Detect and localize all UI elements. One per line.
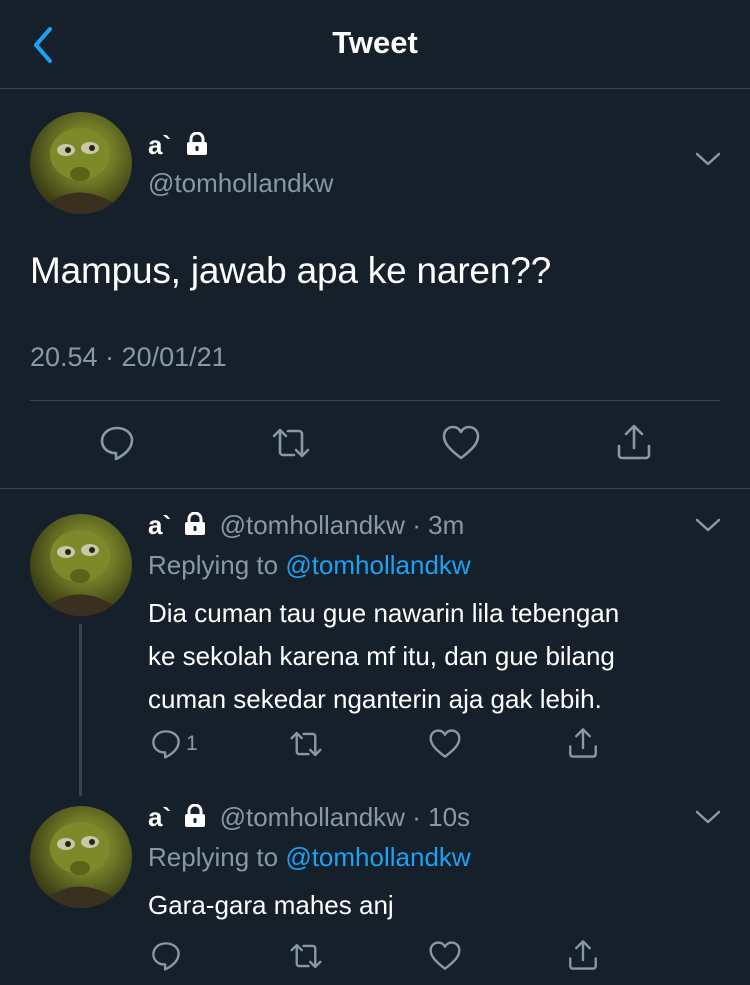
reply-button[interactable] — [150, 940, 186, 972]
author-name[interactable]: a` — [148, 130, 208, 163]
reply-time[interactable]: 3m — [428, 510, 464, 540]
share-button[interactable] — [566, 726, 600, 765]
tweet-text: Mampus, jawab apa ke naren?? — [30, 250, 551, 291]
reply-header: a` @tomhollandkw · 10s — [148, 802, 470, 835]
author-handle[interactable]: @tomhollandkw — [148, 168, 333, 199]
like-button[interactable] — [428, 940, 462, 977]
heart-icon — [429, 941, 461, 970]
reply-icon — [100, 426, 134, 461]
replying-to-link[interactable]: @tomhollandkw — [285, 842, 470, 872]
section-divider — [0, 488, 750, 489]
avatar[interactable] — [30, 514, 132, 616]
more-options-button[interactable] — [694, 516, 722, 539]
lock-icon — [186, 131, 208, 163]
reply-icon — [152, 942, 180, 971]
share-icon — [617, 424, 651, 460]
divider — [30, 400, 720, 401]
replying-to-link[interactable]: @tomhollandkw — [285, 550, 470, 580]
reply-header: a` @tomhollandkw · 3m — [148, 510, 464, 543]
author-name-text: a` — [148, 130, 172, 160]
lock-icon — [184, 511, 206, 543]
heart-icon — [442, 425, 480, 460]
top-bar: Tweet — [0, 0, 750, 89]
reply-button[interactable] — [98, 424, 136, 467]
chevron-down-icon — [695, 810, 721, 824]
retweet-icon — [272, 428, 310, 458]
reply-icon — [152, 730, 180, 759]
reply-text-line: Dia cuman tau gue nawarin lila tebengan — [148, 598, 620, 628]
replying-to: Replying to @tomhollandkw — [148, 842, 471, 873]
more-options-button[interactable] — [694, 808, 722, 831]
heart-icon — [429, 729, 461, 758]
more-options-button[interactable] — [694, 150, 722, 173]
reply-text: Gara-gara mahes anj — [148, 884, 394, 927]
separator-dot: · — [412, 802, 421, 832]
share-icon — [569, 940, 597, 970]
chevron-down-icon — [695, 518, 721, 532]
retweet-button[interactable] — [270, 424, 312, 467]
share-button[interactable] — [614, 422, 654, 467]
lock-icon — [184, 803, 206, 835]
retweet-button[interactable] — [288, 940, 324, 977]
reply-time[interactable]: 10s — [428, 802, 470, 832]
retweet-button[interactable] — [288, 728, 324, 765]
replying-to-label: Replying to — [148, 842, 279, 872]
reply-text-line: ke sekolah karena mf itu, dan gue bilang — [148, 641, 615, 671]
reply-text: Dia cuman tau gue nawarin lila tebengan … — [148, 592, 619, 721]
retweet-icon — [290, 731, 322, 757]
reply-text-line: cuman sekedar nganterin aja gak lebih. — [148, 684, 602, 714]
reply-text-line: Gara-gara mahes anj — [148, 890, 394, 920]
chevron-down-icon — [695, 152, 721, 166]
share-button[interactable] — [566, 938, 600, 977]
like-button[interactable] — [441, 424, 481, 467]
reply-button[interactable]: 1 — [150, 728, 198, 760]
like-button[interactable] — [428, 728, 462, 765]
author-name[interactable]: a` — [148, 802, 171, 832]
retweet-icon — [290, 943, 322, 969]
avatar[interactable] — [30, 806, 132, 908]
page-title: Tweet — [332, 25, 418, 60]
author-handle[interactable]: @tomhollandkw — [220, 802, 405, 832]
share-icon — [569, 728, 597, 758]
author-name[interactable]: a` — [148, 510, 171, 540]
tweet-timestamp[interactable]: 20.54 · 20/01/21 — [30, 342, 227, 373]
avatar[interactable] — [30, 112, 132, 214]
replying-to: Replying to @tomhollandkw — [148, 550, 471, 581]
separator-dot: · — [412, 510, 421, 540]
reply-count: 1 — [186, 732, 198, 755]
thread-line — [79, 624, 82, 796]
replying-to-label: Replying to — [148, 550, 279, 580]
author-handle[interactable]: @tomhollandkw — [220, 510, 405, 540]
